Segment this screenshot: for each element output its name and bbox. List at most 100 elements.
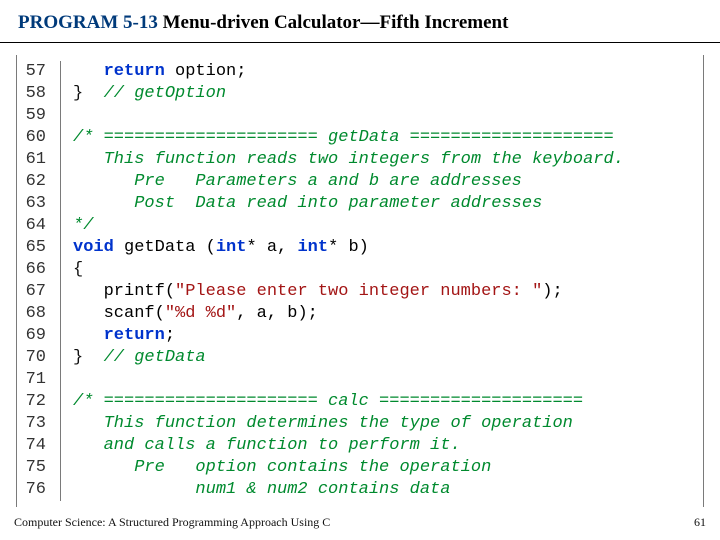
code-token: { (73, 260, 83, 279)
code-line: 59 (17, 105, 703, 127)
code-line: 65void getData (int* a, int* b) (17, 237, 703, 259)
code-token: /* ===================== calc ==========… (73, 392, 583, 411)
code-token: int (297, 238, 328, 257)
code-token: /* ===================== getData =======… (73, 128, 614, 147)
code-line: 69 return; (17, 325, 703, 347)
code-line: 60 /* ===================== getData =====… (17, 127, 703, 149)
code-content: Post Data read into parameter addresses (73, 193, 542, 215)
code-token: ; (165, 326, 175, 345)
slide-title: Menu-driven Calculator—Fifth Increment (158, 12, 509, 33)
code-content: { (73, 259, 83, 281)
code-token: Pre Parameters a and b are addresses (73, 172, 522, 191)
code-token (83, 348, 103, 367)
code-line: 66 { (17, 259, 703, 281)
line-number: 75 (17, 457, 61, 479)
line-number: 74 (17, 435, 61, 457)
code-token: option; (165, 62, 247, 81)
line-number: 72 (17, 391, 61, 413)
code-content: */ (73, 215, 93, 237)
line-number: 61 (17, 149, 61, 171)
line-number: 76 (17, 479, 61, 501)
code-token (73, 62, 104, 81)
code-content: /* ===================== calc ==========… (73, 391, 583, 413)
code-token: num1 & num2 contains data (73, 480, 450, 499)
code-line: 72 /* ===================== calc ========… (17, 391, 703, 413)
line-number: 70 (17, 347, 61, 369)
code-content: This function reads two integers from th… (73, 149, 624, 171)
code-line: 61 This function reads two integers from… (17, 149, 703, 171)
line-number: 71 (17, 369, 61, 391)
code-token: * a, (246, 238, 297, 257)
line-number: 73 (17, 413, 61, 435)
line-number: 59 (17, 105, 61, 127)
code-line: 71 (17, 369, 703, 391)
code-line: 62 Pre Parameters a and b are addresses (17, 171, 703, 193)
code-token (73, 326, 104, 345)
code-content: This function determines the type of ope… (73, 413, 573, 435)
code-content: scanf("%d %d", a, b); (73, 303, 318, 325)
code-content: } // getData (73, 347, 206, 369)
code-token: ); (542, 282, 562, 301)
code-listing: 57 return option;58} // getOption5960/* … (16, 55, 704, 507)
line-number: 63 (17, 193, 61, 215)
code-token: printf( (73, 282, 175, 301)
line-number: 58 (17, 83, 61, 105)
code-line: 67 printf("Please enter two integer numb… (17, 281, 703, 303)
code-token: and calls a function to perform it. (73, 436, 461, 455)
code-content: return; (73, 325, 175, 347)
code-line: 70} // getData (17, 347, 703, 369)
code-token: "Please enter two integer numbers: " (175, 282, 542, 301)
code-token: // getData (104, 348, 206, 367)
code-token: // getOption (104, 84, 226, 103)
line-number: 64 (17, 215, 61, 237)
code-line: 75 Pre option contains the operation (17, 457, 703, 479)
code-token: } (73, 348, 83, 367)
code-line: 68 scanf("%d %d", a, b); (17, 303, 703, 325)
code-token: , a, b); (236, 304, 318, 323)
code-line: 63 Post Data read into parameter address… (17, 193, 703, 215)
code-content: void getData (int* a, int* b) (73, 237, 369, 259)
code-token: void (73, 238, 114, 257)
code-content: and calls a function to perform it. (73, 435, 461, 457)
code-content: Pre Parameters a and b are addresses (73, 171, 522, 193)
code-content: return option; (73, 61, 246, 83)
line-number: 60 (17, 127, 61, 149)
code-token: scanf( (73, 304, 165, 323)
line-number: 62 (17, 171, 61, 193)
code-token: Pre option contains the operation (73, 458, 491, 477)
code-content: } // getOption (73, 83, 226, 105)
line-number: 65 (17, 237, 61, 259)
line-number: 68 (17, 303, 61, 325)
code-token: * b) (328, 238, 369, 257)
line-number: 67 (17, 281, 61, 303)
code-content: /* ===================== getData =======… (73, 127, 614, 149)
code-content: num1 & num2 contains data (73, 479, 450, 501)
code-token: */ (73, 216, 93, 235)
code-line: 74 and calls a function to perform it. (17, 435, 703, 457)
code-token: Post Data read into parameter addresses (73, 194, 542, 213)
code-line: 76 num1 & num2 contains data (17, 479, 703, 501)
code-token: return (104, 62, 165, 81)
code-token: return (104, 326, 165, 345)
slide-header: PROGRAM 5-13 Menu-driven Calculator—Fift… (0, 0, 720, 43)
code-line: 58} // getOption (17, 83, 703, 105)
code-token: This function determines the type of ope… (73, 414, 573, 433)
program-label: PROGRAM 5-13 (18, 12, 158, 33)
slide-footer: Computer Science: A Structured Programmi… (14, 515, 706, 530)
code-token: getData ( (114, 238, 216, 257)
code-token: "%d %d" (165, 304, 236, 323)
line-number: 57 (17, 61, 61, 83)
code-token (83, 84, 103, 103)
code-line: 64 */ (17, 215, 703, 237)
code-line: 57 return option; (17, 61, 703, 83)
code-token: int (216, 238, 247, 257)
line-number: 69 (17, 325, 61, 347)
code-content: printf("Please enter two integer numbers… (73, 281, 563, 303)
code-line: 73 This function determines the type of … (17, 413, 703, 435)
code-content: Pre option contains the operation (73, 457, 491, 479)
code-token: This function reads two integers from th… (73, 150, 624, 169)
footer-book-title: Computer Science: A Structured Programmi… (14, 515, 330, 530)
footer-page-number: 61 (694, 515, 706, 530)
line-number: 66 (17, 259, 61, 281)
code-token: } (73, 84, 83, 103)
